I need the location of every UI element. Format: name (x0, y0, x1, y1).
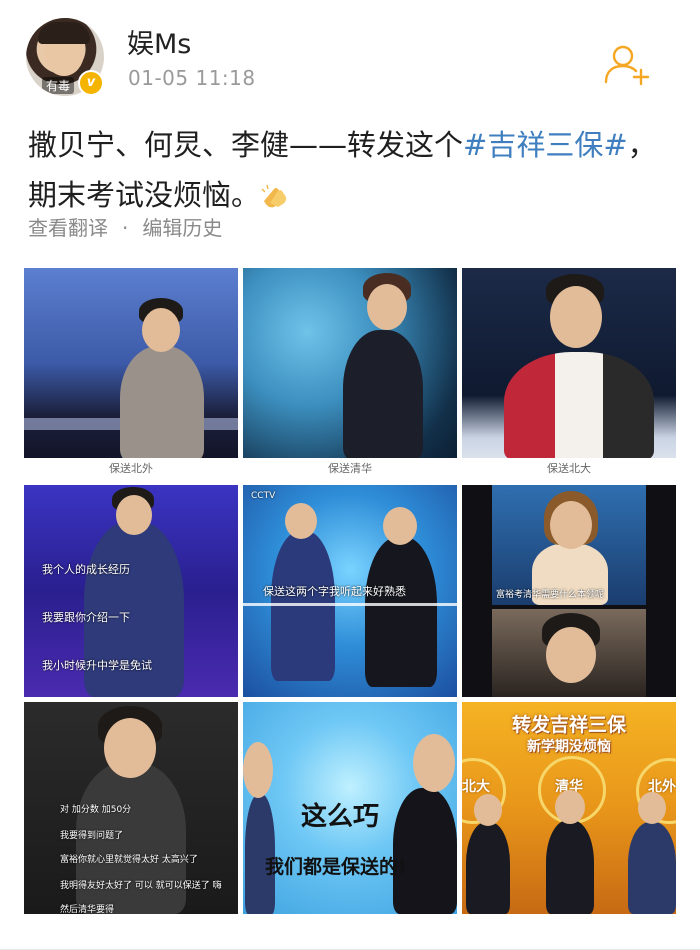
avatar-tag: 有毒 (42, 77, 75, 94)
photo-6[interactable]: 富裕考清华需要什么本领呢 (462, 485, 676, 697)
photo-person (628, 822, 676, 914)
photo-head (474, 794, 502, 826)
clapping-hands-icon (261, 184, 287, 208)
photo-head (413, 734, 455, 792)
subtitle-text: 我要得到问题了 (60, 831, 124, 841)
photo-2[interactable]: 保送清华 (243, 268, 457, 480)
verified-badge-icon: v (78, 70, 104, 96)
photo-person (393, 788, 457, 914)
photo-5[interactable]: CCTV 保送这两个字我听起来好熟悉 (243, 485, 457, 697)
photo-person (504, 352, 654, 462)
post-timestamp: 01-05 11:18 (128, 66, 256, 90)
username[interactable]: 娱Ms (127, 22, 191, 61)
subtitle-text: 然后清华要得 (60, 905, 115, 914)
photo-head (285, 503, 317, 539)
subtitle-text: 富裕你就心里就觉得太好 太高兴了 (60, 855, 198, 865)
photo-head (367, 284, 407, 330)
photo-person (271, 531, 335, 681)
photo-head (243, 742, 273, 798)
panel-divider (243, 603, 457, 606)
photo-head (142, 308, 180, 352)
photo-person (365, 537, 437, 687)
cctv-logo: CCTV (251, 491, 276, 501)
post-text-before: 撒贝宁、何炅、李健——转发这个 (28, 128, 464, 162)
photo-head (546, 627, 596, 683)
photo-person (120, 346, 204, 461)
photo-head (104, 718, 156, 778)
post-body: 撒贝宁、何炅、李健——转发这个#吉祥三保#，期末考试没烦恼。 (28, 120, 668, 220)
photo-3[interactable]: 保送北大 (462, 268, 676, 480)
photo-caption: 保送北大 (462, 458, 676, 480)
see-translation-link[interactable]: 查看翻译 (28, 212, 108, 241)
photo-head (383, 507, 417, 545)
photo-caption: 保送清华 (243, 458, 457, 480)
meta-separator: · (122, 216, 129, 240)
meme-text-line1: 这么巧 (301, 802, 380, 832)
photo-4[interactable]: 我个人的成长经历 我要跟你介绍一下 我小时候升中学是免试 (24, 485, 238, 697)
subtitle-text: 我明得友好太好了 可以 就可以保送了 嗨 (60, 881, 222, 891)
subtitle-text: 我要跟你介绍一下 (42, 611, 130, 624)
avatar-hair (38, 22, 90, 44)
add-user-icon[interactable] (603, 44, 651, 86)
photo-head (550, 286, 602, 348)
edit-history-link[interactable]: 编辑历史 (142, 212, 222, 241)
photo-7[interactable]: 对 加分数 加50分 我要得到问题了 富裕你就心里就觉得太好 太高兴了 我明得友… (24, 702, 238, 914)
post-meta-row: 查看翻译 · 编辑历史 (28, 212, 222, 241)
photo-caption: 保送北外 (24, 458, 238, 480)
photo-head (550, 501, 592, 549)
photo-person (343, 330, 423, 460)
label-beida: 北大 (462, 779, 490, 795)
subtitle-text: 我个人的成长经历 (42, 563, 130, 576)
promo-subtitle: 新学期没烦恼 (527, 739, 611, 755)
promo-title: 转发吉祥三保 (511, 714, 626, 736)
subtitle-text: 对 加分数 加50分 (60, 805, 132, 815)
photo-person (546, 820, 594, 914)
meme-text-line2: 我们都是保送的! (265, 856, 407, 878)
photo-person (466, 822, 510, 914)
photo-8[interactable]: 这么巧 我们都是保送的! (243, 702, 457, 914)
photo-head (638, 792, 666, 824)
photo-panel (492, 609, 646, 697)
photo-head (116, 495, 152, 535)
photo-1[interactable]: 保送北外 (24, 268, 238, 480)
photo-head (555, 790, 585, 824)
subtitle-text: 保送这两个字我听起来好熟悉 (263, 585, 406, 598)
subtitle-text: 富裕考清华需要什么本领呢 (496, 590, 605, 600)
photo-9[interactable]: 转发吉祥三保 新学期没烦恼 北大 清华 北外 (462, 702, 676, 914)
hashtag-link[interactable]: #吉祥三保# (463, 128, 628, 162)
photo-panel: 富裕考清华需要什么本领呢 (492, 485, 646, 605)
subtitle-text: 我小时候升中学是免试 (42, 659, 152, 672)
